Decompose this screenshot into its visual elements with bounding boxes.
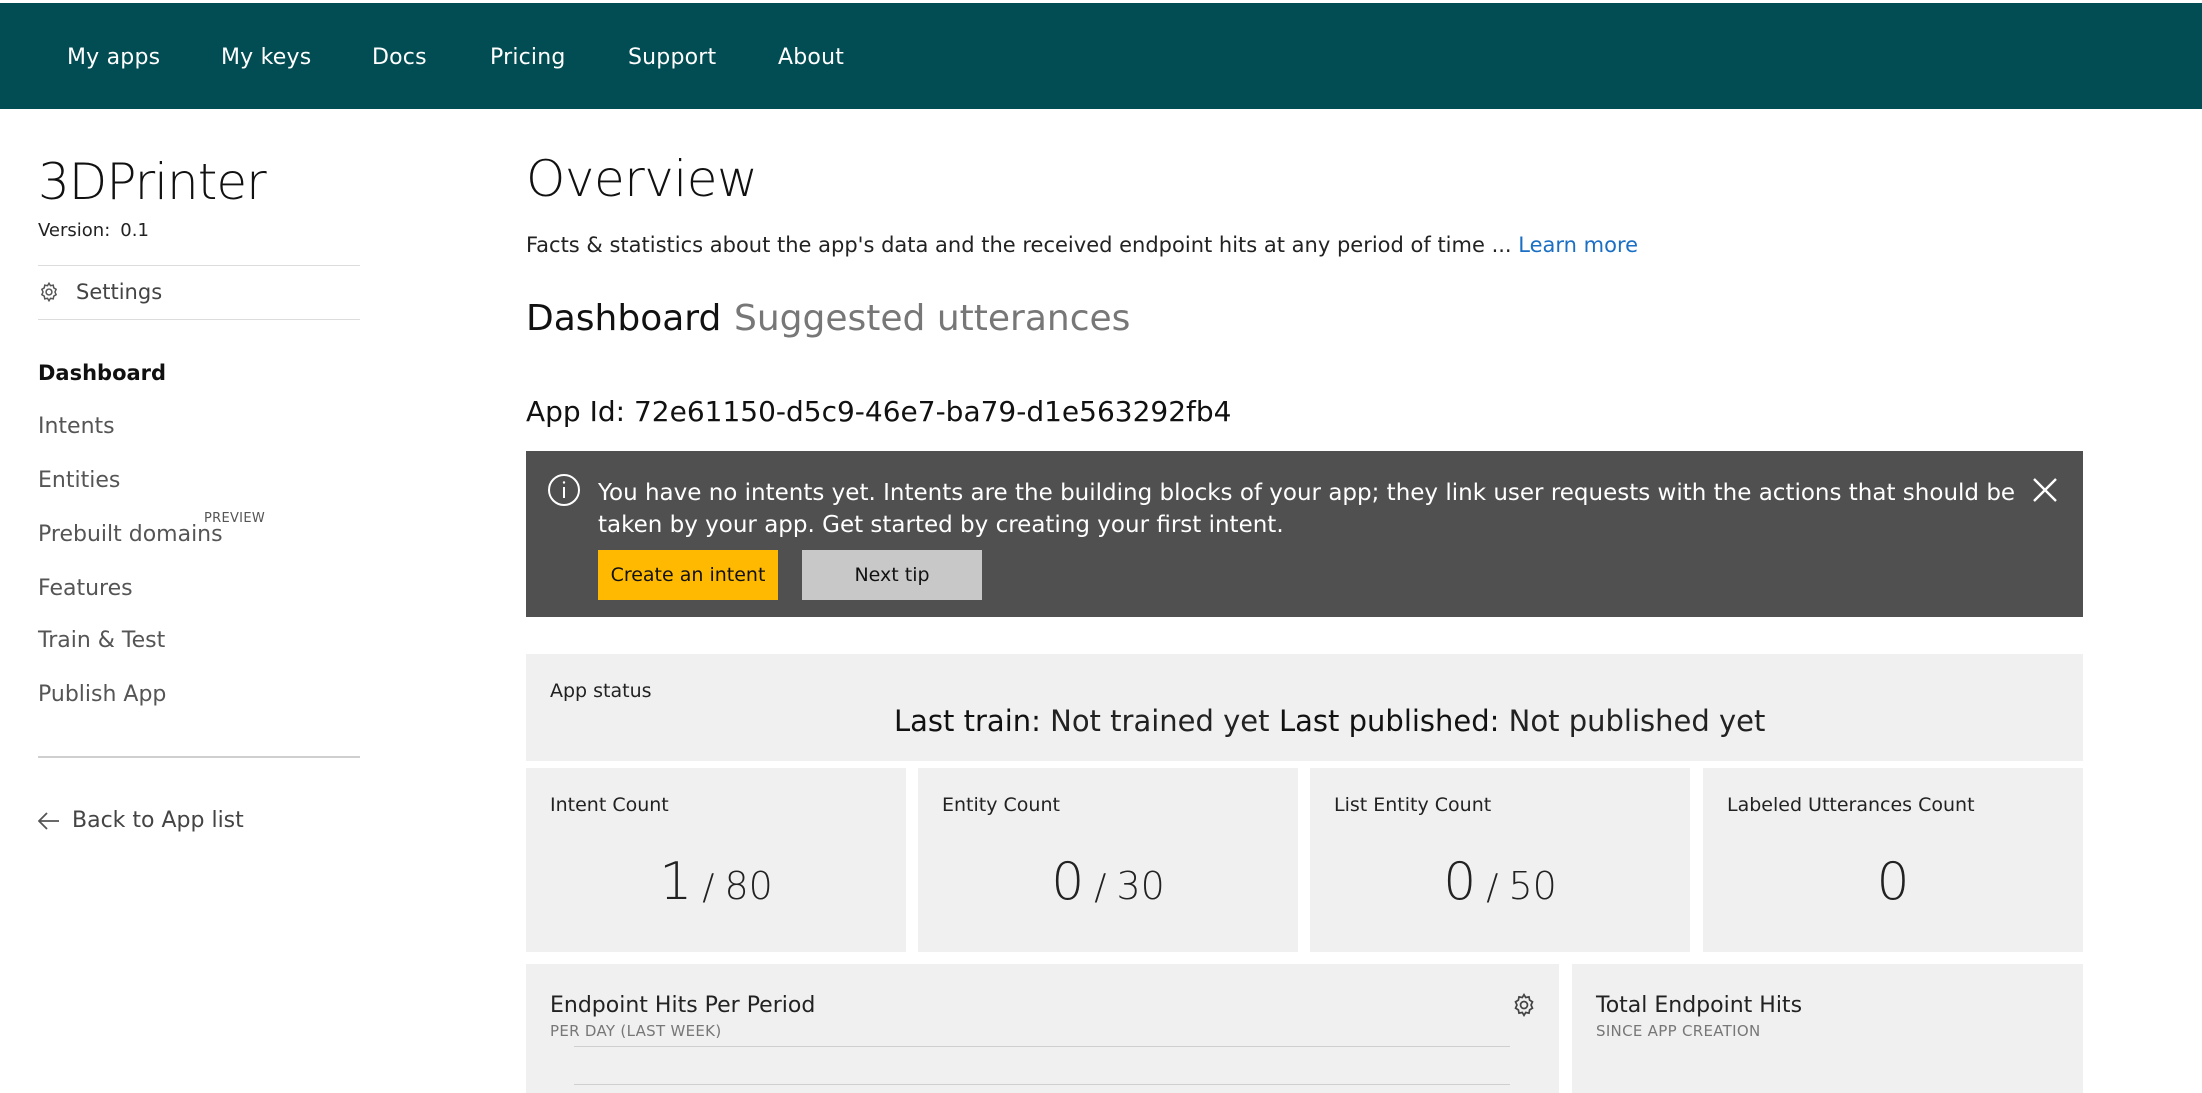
divider [38, 756, 360, 758]
nav-my-keys[interactable]: My keys [221, 45, 311, 70]
card-label: Intent Count [550, 794, 669, 816]
entity-count-card: Entity Count 0/30 [918, 768, 1298, 952]
top-nav: My apps My keys Docs Pricing Support Abo… [0, 3, 2202, 109]
count-max: 80 [724, 864, 773, 908]
divider [38, 319, 360, 320]
divider [38, 265, 360, 266]
app-status-panel: App status Last train: Not trained yet L… [526, 654, 2083, 761]
intent-count-card: Intent Count 1/80 [526, 768, 906, 952]
tab-dashboard[interactable]: Dashboard [526, 298, 721, 339]
sidebar-item-intents[interactable]: Intents [38, 414, 115, 439]
count-value: 0 [1443, 852, 1477, 912]
total-hits-title: Total Endpoint Hits [1596, 993, 1803, 1018]
sidebar-item-publish-app[interactable]: Publish App [38, 682, 166, 707]
list-entity-count-card: List Entity Count 0/50 [1310, 768, 1690, 952]
total-hits-subtitle: SINCE APP CREATION [1596, 1022, 1761, 1040]
info-icon [548, 474, 580, 506]
settings-label: Settings [76, 280, 163, 304]
nav-about[interactable]: About [778, 45, 844, 70]
version-label: Version: [38, 220, 111, 241]
last-train: Last train: Not trained yet [894, 704, 1270, 738]
back-label: Back to App list [72, 808, 244, 833]
last-published-label: Last published: [1279, 704, 1500, 738]
card-value: 0/30 [918, 852, 1298, 912]
tip-banner: You have no intents yet. Intents are the… [526, 451, 2083, 617]
close-icon[interactable] [2031, 476, 2059, 504]
count-max: 30 [1116, 864, 1165, 908]
last-published-value: Not published yet [1508, 704, 1766, 738]
last-published: Last published: Not published yet [1279, 704, 1765, 738]
settings-link[interactable]: Settings [38, 280, 162, 304]
sidebar-item-prebuilt-domains[interactable]: Prebuilt domains [38, 522, 223, 547]
count-value: 0 [1876, 852, 1910, 912]
tip-text: You have no intents yet. Intents are the… [598, 480, 2016, 538]
nav-my-apps[interactable]: My apps [67, 45, 160, 70]
create-intent-button[interactable]: Create an intent [598, 550, 778, 600]
version-value: 0.1 [120, 220, 149, 241]
preview-badge: PREVIEW [204, 511, 265, 526]
hits-title: Endpoint Hits Per Period [550, 993, 816, 1018]
arrow-left-icon [38, 811, 59, 830]
count-separator: / [1094, 867, 1107, 908]
chart-gridline [574, 1084, 1510, 1085]
gear-icon[interactable] [1511, 992, 1537, 1018]
nav-pricing[interactable]: Pricing [490, 45, 566, 70]
total-endpoint-hits-panel: Total Endpoint Hits SINCE APP CREATION [1572, 964, 2083, 1093]
count-separator: / [1486, 867, 1499, 908]
app-version: Version: 0.1 [38, 220, 149, 241]
app-id: App Id: 72e61150-d5c9-46e7-ba79-d1e56329… [526, 395, 1232, 428]
nav-support[interactable]: Support [628, 45, 716, 70]
card-label: Labeled Utterances Count [1727, 794, 1975, 816]
card-label: Entity Count [942, 794, 1060, 816]
card-value: 0/50 [1310, 852, 1690, 912]
gear-icon [40, 281, 58, 303]
card-value: 1/80 [526, 852, 906, 912]
page-title: Overview [526, 150, 758, 208]
next-tip-button[interactable]: Next tip [802, 550, 982, 600]
page-description: Facts & statistics about the app's data … [526, 233, 1638, 257]
labeled-utterances-count-card: Labeled Utterances Count 0 [1703, 768, 2083, 952]
last-train-label: Last train: [894, 704, 1041, 738]
count-max: 50 [1508, 864, 1557, 908]
sidebar-item-train-test[interactable]: Train & Test [38, 628, 165, 653]
tab-suggested-utterances[interactable]: Suggested utterances [734, 298, 1130, 339]
chart-gridline [574, 1046, 1510, 1047]
back-to-app-list-link[interactable]: Back to App list [38, 808, 244, 833]
description-text: Facts & statistics about the app's data … [526, 233, 1512, 257]
count-value: 1 [659, 852, 693, 912]
sidebar-item-dashboard[interactable]: Dashboard [38, 361, 166, 385]
endpoint-hits-panel: Endpoint Hits Per Period PER DAY (LAST W… [526, 964, 1559, 1093]
count-separator: / [702, 867, 715, 908]
learn-more-link[interactable]: Learn more [1518, 233, 1638, 257]
hits-subtitle: PER DAY (LAST WEEK) [550, 1022, 722, 1040]
card-label: List Entity Count [1334, 794, 1492, 816]
app-status-label: App status [550, 680, 652, 702]
card-value: 0 [1703, 852, 2083, 912]
app-name: 3DPrinter [38, 153, 267, 211]
last-train-value: Not trained yet [1050, 704, 1270, 738]
sidebar-item-features[interactable]: Features [38, 576, 133, 601]
nav-docs[interactable]: Docs [372, 45, 427, 70]
count-value: 0 [1051, 852, 1085, 912]
sidebar-item-entities[interactable]: Entities [38, 468, 120, 493]
